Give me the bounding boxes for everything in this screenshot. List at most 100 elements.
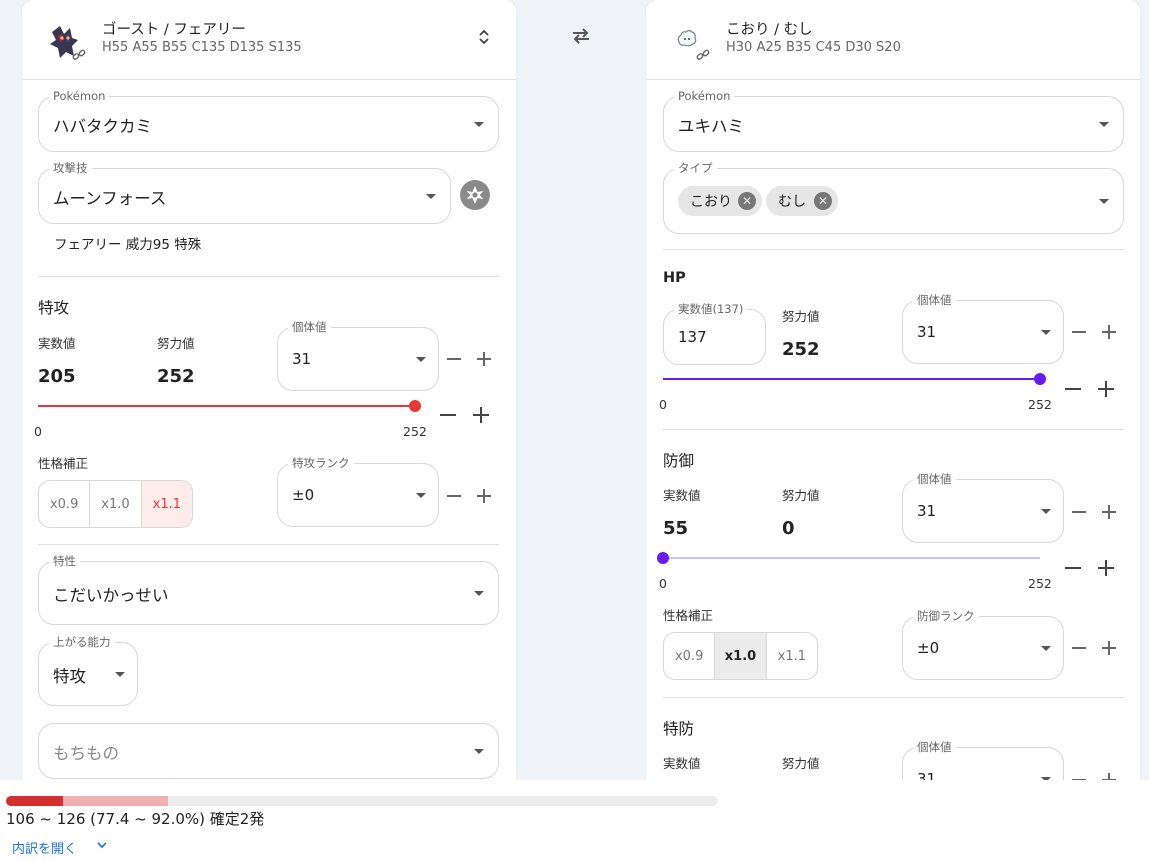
- divider: [38, 276, 499, 277]
- link-icon[interactable]: [72, 48, 86, 62]
- chevron-down-icon[interactable]: [96, 841, 108, 849]
- divider: [663, 429, 1124, 430]
- damage-bar-min-range: [6, 796, 63, 806]
- attacker-type-title: ゴースト / フェアリー: [102, 22, 246, 38]
- field-label: 個体値: [913, 740, 956, 754]
- ev-value[interactable]: 0: [782, 518, 795, 539]
- dropdown-arrow-icon: [1041, 509, 1051, 514]
- hp-section-title: HP: [663, 270, 686, 286]
- rank-plus-button[interactable]: [477, 489, 491, 503]
- defender-pokemon-select[interactable]: Pokémon ユキハミ: [663, 89, 1124, 152]
- field-value: 31: [917, 502, 937, 520]
- field-value: 31: [917, 323, 937, 341]
- ev-minus-button[interactable]: [1065, 381, 1081, 397]
- dropdown-arrow-icon: [1099, 199, 1109, 204]
- attacker-header[interactable]: ゴースト / フェアリー H55 A55 B55 C135 D135 S135: [22, 0, 516, 80]
- damage-bar: [6, 796, 718, 806]
- defender-header[interactable]: こおり / むし H30 A25 B35 C45 D30 S20: [646, 0, 1140, 80]
- attacker-pokemon-select[interactable]: Pokémon ハバタクカミ: [38, 89, 499, 152]
- slider-max-label: 252: [403, 424, 427, 439]
- ev-label: 努力値: [782, 488, 820, 503]
- attacker-card: ゴースト / フェアリー H55 A55 B55 C135 D135 S135 …: [22, 0, 516, 790]
- hp-iv-select[interactable]: 個体値 31: [902, 293, 1064, 364]
- ev-slider-thumb[interactable]: [657, 552, 669, 564]
- remove-chip-icon[interactable]: ✕: [814, 192, 832, 210]
- ev-slider-track[interactable]: [38, 405, 415, 407]
- ev-minus-button[interactable]: [1065, 560, 1081, 576]
- move-info: フェアリー 威力95 特殊: [54, 237, 202, 253]
- ev-slider-track[interactable]: [663, 557, 1040, 559]
- iv-plus-button[interactable]: [477, 352, 491, 366]
- ev-plus-button[interactable]: [473, 407, 489, 423]
- ev-minus-button[interactable]: [440, 407, 456, 423]
- boost-stat-select[interactable]: 上がる能力 特攻: [38, 635, 138, 706]
- ev-plus-button[interactable]: [1098, 381, 1114, 397]
- ev-label: 努力値: [782, 309, 820, 324]
- field-label: 個体値: [288, 320, 331, 334]
- slider-min-label: 0: [659, 397, 667, 412]
- dropdown-arrow-icon: [474, 749, 484, 754]
- attacker-move-select[interactable]: 攻撃技 ムーンフォース: [38, 161, 451, 224]
- iv-plus-button[interactable]: [1102, 325, 1116, 339]
- rank-plus-button[interactable]: [1102, 641, 1116, 655]
- swap-icon[interactable]: [570, 26, 592, 46]
- collapse-chevron-icon[interactable]: [476, 26, 492, 48]
- dropdown-arrow-icon: [1041, 330, 1051, 335]
- field-label: 上がる能力: [49, 635, 115, 649]
- remove-chip-icon[interactable]: ✕: [738, 192, 756, 210]
- nature-option[interactable]: x1.1: [765, 633, 817, 679]
- iv-minus-button[interactable]: [1072, 325, 1086, 339]
- def-rank-select[interactable]: 防御ランク ±0: [902, 609, 1064, 680]
- nature-option[interactable]: x1.1: [140, 481, 192, 527]
- field-label: 個体値: [913, 293, 956, 307]
- rank-minus-button[interactable]: [1072, 641, 1086, 655]
- rank-minus-button[interactable]: [447, 489, 461, 503]
- nature-option[interactable]: x0.9: [39, 481, 89, 527]
- ev-value[interactable]: 252: [157, 366, 195, 387]
- iv-minus-button[interactable]: [1072, 505, 1086, 519]
- attacker-iv-select[interactable]: 個体値 31: [277, 320, 439, 391]
- defender-base-stats: H30 A25 B35 C45 D30 S20: [726, 40, 901, 55]
- field-label: 防御ランク: [913, 609, 979, 623]
- ev-value[interactable]: 252: [782, 339, 820, 360]
- hp-actual-input[interactable]: 実数値(137) 137: [663, 302, 766, 365]
- def-iv-select[interactable]: 個体値 31: [902, 472, 1064, 543]
- link-icon[interactable]: [696, 48, 710, 62]
- field-value: ±0: [292, 486, 315, 504]
- dropdown-arrow-icon: [474, 591, 484, 596]
- divider: [38, 544, 499, 545]
- dropdown-arrow-icon: [416, 357, 426, 362]
- slider-min-label: 0: [659, 576, 667, 591]
- field-label: 攻撃技: [49, 161, 92, 175]
- iv-minus-button[interactable]: [447, 352, 461, 366]
- ability-select[interactable]: 特性 こだいかっせい: [38, 554, 499, 625]
- nature-option[interactable]: x1.0: [89, 481, 140, 527]
- nature-toggle[interactable]: x0.9 x1.0 x1.1: [663, 632, 818, 680]
- iv-plus-button[interactable]: [1102, 505, 1116, 519]
- type-select[interactable]: タイプ こおり ✕ むし ✕: [663, 161, 1124, 234]
- dropdown-arrow-icon: [416, 493, 426, 498]
- field-label: Pokémon: [674, 89, 735, 103]
- item-select[interactable]: もちもの: [38, 723, 499, 779]
- spatk-rank-select[interactable]: 特攻ランク ±0: [277, 456, 439, 527]
- nature-option[interactable]: x0.9: [664, 633, 714, 679]
- field-label: 特攻ランク: [288, 456, 354, 470]
- tera-star-icon[interactable]: [460, 180, 490, 210]
- ev-label: 努力値: [157, 336, 195, 351]
- ev-slider-thumb[interactable]: [409, 400, 421, 412]
- ev-slider-track[interactable]: [663, 378, 1040, 380]
- actual-value-label: 実数値: [663, 756, 701, 771]
- nature-toggle[interactable]: x0.9 x1.0 x1.1: [38, 480, 193, 528]
- open-details-link[interactable]: 内訳を開く: [12, 838, 77, 857]
- dropdown-arrow-icon: [474, 122, 484, 127]
- ev-plus-button[interactable]: [1098, 560, 1114, 576]
- defender-type-title: こおり / むし: [726, 22, 813, 38]
- divider: [663, 697, 1124, 698]
- pokemon-sprite-icon: [677, 29, 697, 47]
- nature-option[interactable]: x1.0: [714, 633, 766, 679]
- slider-max-label: 252: [1028, 576, 1052, 591]
- field-label: タイプ: [674, 161, 717, 175]
- ev-slider-thumb[interactable]: [1034, 373, 1046, 385]
- field-label: 個体値: [913, 472, 956, 486]
- actual-value-label: 実数値: [663, 488, 701, 503]
